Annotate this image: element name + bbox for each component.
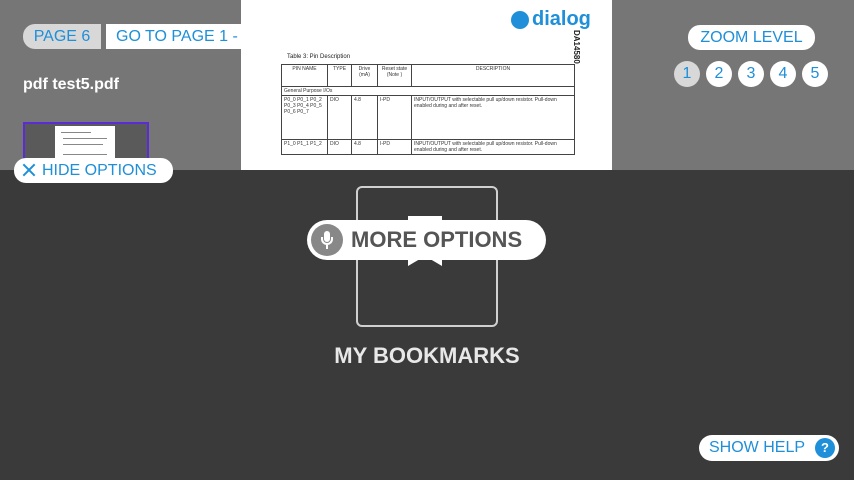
table-cell: P0_0 P0_1 P0_2 P0_3 P0_4 P0_5 P0_6 P0_7 [281,95,328,140]
zoom-level-3-button[interactable]: 3 [738,61,764,87]
show-help-label: SHOW HELP [709,439,806,456]
table-cell: 4.8 [351,95,378,140]
table-header: DESCRIPTION [411,64,575,87]
pdf-page[interactable]: dialog DA14580 Table 3: Pin Description … [241,0,612,170]
table-cell: General Purpose I/Os [281,86,575,96]
help-icon: ? [815,438,835,458]
zoom-level-4-button[interactable]: 4 [770,61,796,87]
table-cell: DIO [327,95,352,140]
zoom-level-1-button[interactable]: 1 [674,61,700,87]
datasheet-side-label: DA14580 [572,30,581,64]
zoom-level-5-button[interactable]: 5 [802,61,828,87]
my-bookmarks-label: MY BOOKMARKS [334,343,520,368]
logo-mark-icon [511,10,529,29]
logo-text: dialog [532,8,591,30]
table-cell: P1_0 P1_1 P1_2 [281,139,328,155]
zoom-level-label: ZOOM LEVEL [688,25,815,50]
table-row: P1_0 P1_1 P1_2 DIO 4.8 I-PD INPUT/OUTPUT… [281,139,575,155]
current-page-indicator: PAGE 6 [23,24,101,49]
show-help-button[interactable]: SHOW HELP ? [699,435,839,461]
dialog-logo: dialog [511,8,591,31]
table-cell: DIO [327,139,352,155]
table-header: TYPE [327,64,352,87]
table-header-row: PIN NAME TYPE Drive (mA) Reset state (No… [281,64,575,87]
table-cell: I-PD [377,139,412,155]
table-cell: INPUT/OUTPUT with selectable pull up/dow… [411,139,575,155]
pin-description-table: PIN NAME TYPE Drive (mA) Reset state (No… [281,64,575,155]
table-header: Drive (mA) [351,64,378,87]
table-section-row: General Purpose I/Os [281,86,575,96]
table-cell: 4.8 [351,139,378,155]
zoom-level-selector: 1 2 3 4 5 [674,61,828,87]
table-cell: INPUT/OUTPUT with selectable pull up/dow… [411,95,575,140]
more-options-label: MORE OPTIONS [351,227,523,252]
hide-options-label: HIDE OPTIONS [42,162,157,179]
table-title: Table 3: Pin Description [287,54,351,60]
table-cell: I-PD [377,95,412,140]
document-filename: pdf test5.pdf [23,76,119,93]
table-row: P0_0 P0_1 P0_2 P0_3 P0_4 P0_5 P0_6 P0_7 … [281,95,575,140]
more-options-button[interactable]: MORE OPTIONS [307,220,546,260]
close-icon [22,163,36,177]
table-header: Reset state (Note ) [377,64,412,87]
hide-options-button[interactable]: HIDE OPTIONS [14,158,173,183]
zoom-level-2-button[interactable]: 2 [706,61,732,87]
table-header: PIN NAME [281,64,328,87]
microphone-icon [311,224,343,256]
